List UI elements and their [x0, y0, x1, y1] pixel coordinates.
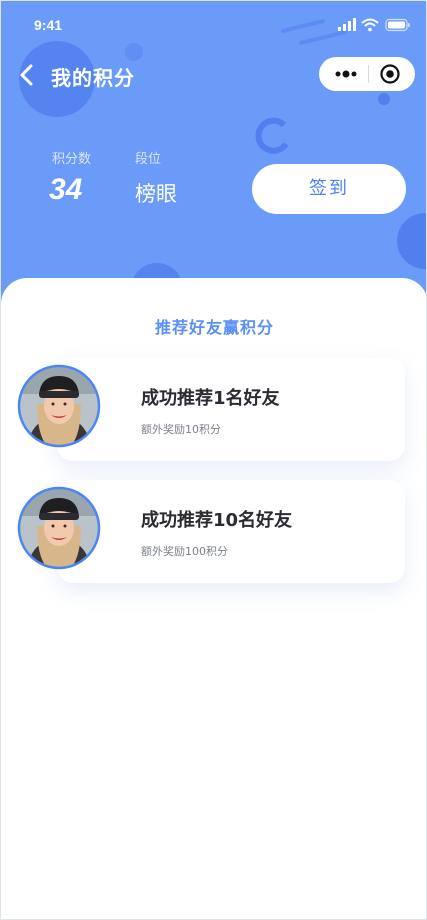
more-dots-icon[interactable] [331, 64, 361, 84]
points-value: 34 [49, 173, 83, 206]
reward-title: 成功推荐10名好友 [141, 510, 293, 531]
avatar [17, 364, 101, 448]
checkin-button[interactable]: 签到 [252, 164, 406, 214]
points-label: 积分数 [52, 152, 92, 167]
points-stat: 积分数 [52, 148, 91, 167]
close-circle-icon[interactable] [379, 63, 401, 85]
battery-icon [385, 18, 410, 32]
content-sheet: 推荐好友赢积分 成功推荐1名好友 额外奖励10积分 成功推荐10名好友 额外奖励… [1, 278, 426, 919]
status-icons [338, 18, 410, 32]
decorative-circle [397, 213, 426, 269]
reward-subtitle: 额外奖励10积分 [141, 423, 221, 436]
capsule-divider [368, 65, 369, 83]
rank-stat: 段位 [135, 148, 161, 167]
rank-label: 段位 [135, 152, 162, 167]
app-frame: 9:41 我的积分 积分数 34 段位 榜眼 签到 推荐好友赢积分 成功推荐1名… [0, 0, 427, 920]
wifi-icon [361, 18, 379, 32]
reward-title: 成功推荐1名好友 [141, 388, 280, 409]
nav-bar: 我的积分 [1, 53, 426, 97]
avatar [17, 486, 101, 570]
back-icon[interactable] [17, 63, 37, 87]
rank-value: 榜眼 [135, 182, 177, 206]
reward-card[interactable]: 成功推荐10名好友 额外奖励100积分 [57, 480, 405, 583]
reward-subtitle: 额外奖励100积分 [141, 545, 228, 558]
reward-card[interactable]: 成功推荐1名好友 额外奖励10积分 [57, 358, 405, 461]
status-bar: 9:41 [1, 1, 426, 45]
status-time: 9:41 [34, 17, 63, 33]
section-title: 推荐好友赢积分 [154, 318, 274, 337]
header-background: 9:41 我的积分 积分数 34 段位 榜眼 签到 [1, 1, 426, 301]
page-title: 我的积分 [51, 66, 135, 90]
mini-program-capsule [319, 57, 415, 91]
signal-icon [338, 18, 356, 31]
decorative-ring [255, 117, 289, 154]
